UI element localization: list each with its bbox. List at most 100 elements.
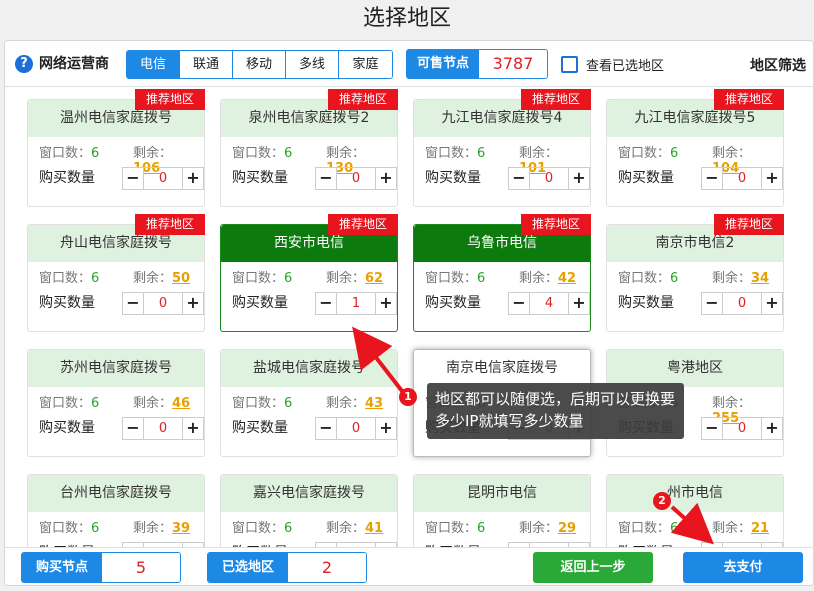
remaining-label: 剩余： [712,271,751,286]
remaining-group: 剩余：50 [133,267,190,286]
decrement-button[interactable]: − [509,293,529,314]
decrement-button[interactable]: − [316,168,336,189]
remaining-value[interactable]: 43 [365,396,383,411]
view-selected-toggle[interactable]: 查看已选地区 [561,55,664,74]
increment-button[interactable]: + [183,293,203,314]
remaining-value[interactable]: 39 [172,521,190,536]
increment-button[interactable]: + [762,418,782,439]
tab-unicom[interactable]: 联通 [180,51,233,78]
remaining-group: 剩余：39 [133,517,190,536]
remaining-label: 剩余： [326,271,365,286]
decrement-button[interactable]: − [316,293,336,314]
remaining-value[interactable]: 21 [751,521,769,536]
quantity-input[interactable]: 0 [722,418,762,439]
increment-button[interactable]: + [376,168,396,189]
region-card[interactable]: 九江电信家庭拨号5推荐地区窗口数：6剩余：104购买数量−0+ [606,99,784,207]
quantity-input[interactable]: 0 [336,168,376,189]
quantity-input[interactable]: 1 [336,293,376,314]
quantity-input[interactable]: 0 [336,418,376,439]
remaining-group: 剩余：21 [712,517,769,536]
quantity-stepper: −0+ [122,167,204,190]
tab-mobile[interactable]: 移动 [233,51,286,78]
decrement-button[interactable]: − [123,418,143,439]
decrement-button[interactable]: − [702,293,722,314]
buy-row: 购买数量−0+ [39,291,199,315]
remaining-value[interactable]: 34 [751,271,769,286]
decrement-button[interactable]: − [702,418,722,439]
decrement-button[interactable]: − [509,168,529,189]
increment-button[interactable]: + [183,168,203,189]
decrement-button[interactable]: − [123,293,143,314]
region-card[interactable]: 泉州电信家庭拨号2推荐地区窗口数：6剩余：130购买数量−0+ [220,99,398,207]
remaining-label: 剩余： [519,521,558,536]
region-card[interactable]: 乌鲁市电信推荐地区窗口数：6剩余：42购买数量−4+ [413,224,591,332]
quantity-stepper: −4+ [508,292,590,315]
decrement-button[interactable]: − [123,168,143,189]
quantity-input[interactable]: 0 [143,293,183,314]
quantity-input[interactable]: 0 [143,168,183,189]
increment-button[interactable]: + [762,293,782,314]
window-count-value: 6 [477,146,485,161]
back-button[interactable]: 返回上一步 [533,552,653,583]
region-name: 盐城电信家庭拨号 [221,350,397,387]
region-card[interactable]: 台州电信家庭拨号窗口数：6剩余：39购买数量−0+ [27,474,205,548]
region-stats: 窗口数：6剩余：29 [425,517,585,535]
remaining-value[interactable]: 41 [365,521,383,536]
remaining-label: 剩余： [326,146,365,161]
view-selected-checkbox[interactable] [561,56,578,73]
window-count-value: 6 [670,146,678,161]
buy-qty-label: 购买数量 [39,420,95,436]
region-grid: 温州电信家庭拨号推荐地区窗口数：6剩余：106购买数量−0+泉州电信家庭拨号2推… [5,88,814,548]
region-card[interactable]: 昆明市电信窗口数：6剩余：29购买数量−0+ [413,474,591,548]
decrement-button[interactable]: − [702,168,722,189]
increment-button[interactable]: + [569,293,589,314]
increment-button[interactable]: + [183,418,203,439]
region-card[interactable]: 嘉兴电信家庭拨号窗口数：6剩余：41购买数量−0+ [220,474,398,548]
buy-row: 购买数量−0+ [618,291,778,315]
region-filter-button[interactable]: 地区筛选 [750,55,806,75]
increment-button[interactable]: + [376,418,396,439]
recommended-badge: 推荐地区 [521,89,591,110]
window-count-value: 6 [284,521,292,536]
remaining-value[interactable]: 46 [172,396,190,411]
view-selected-label: 查看已选地区 [586,55,664,74]
window-count-value: 6 [477,521,485,536]
pay-button[interactable]: 去支付 [683,552,803,583]
decrement-button[interactable]: − [316,418,336,439]
quantity-input[interactable]: 0 [722,168,762,189]
selected-regions-label: 已选地区 [208,553,288,582]
region-card[interactable]: 盐城电信家庭拨号窗口数：6剩余：43购买数量−0+ [220,349,398,457]
quantity-input[interactable]: 4 [529,293,569,314]
quantity-input[interactable]: 0 [722,293,762,314]
tab-home[interactable]: 家庭 [339,51,392,78]
region-stats: 窗口数：6剩余：42 [425,267,585,285]
quantity-input[interactable]: 0 [529,168,569,189]
increment-button[interactable]: + [569,168,589,189]
region-name: 南京电信家庭拨号 [414,350,590,387]
region-card[interactable]: 西安市电信推荐地区窗口数：6剩余：62购买数量−1+ [220,224,398,332]
region-name: 嘉兴电信家庭拨号 [221,475,397,512]
buy-qty-label: 购买数量 [618,295,674,311]
buy-nodes-box: 购买节点 5 [21,552,181,583]
quantity-stepper: −0+ [508,167,590,190]
help-icon[interactable]: ? [15,55,33,73]
remaining-value[interactable]: 42 [558,271,576,286]
region-card[interactable]: 苏州电信家庭拨号窗口数：6剩余：46购买数量−0+ [27,349,205,457]
remaining-value[interactable]: 50 [172,271,190,286]
window-count-label: 窗口数： [39,396,91,411]
tab-multiline[interactable]: 多线 [286,51,339,78]
remaining-label: 剩余： [133,521,172,536]
region-card[interactable]: 舟山电信家庭拨号推荐地区窗口数：6剩余：50购买数量−0+ [27,224,205,332]
region-card[interactable]: 温州电信家庭拨号推荐地区窗口数：6剩余：106购买数量−0+ [27,99,205,207]
region-card[interactable]: 州市电信窗口数：6剩余：21购买数量−0+ [606,474,784,548]
remaining-value[interactable]: 62 [365,271,383,286]
region-card[interactable]: 九江电信家庭拨号4推荐地区窗口数：6剩余：101购买数量−0+ [413,99,591,207]
region-card[interactable]: 南京市电信2推荐地区窗口数：6剩余：34购买数量−0+ [606,224,784,332]
increment-button[interactable]: + [376,293,396,314]
increment-button[interactable]: + [762,168,782,189]
remaining-label: 剩余： [712,396,751,411]
remaining-value[interactable]: 29 [558,521,576,536]
tab-telecom[interactable]: 电信 [127,51,180,78]
window-count-value: 6 [670,521,678,536]
quantity-input[interactable]: 0 [143,418,183,439]
